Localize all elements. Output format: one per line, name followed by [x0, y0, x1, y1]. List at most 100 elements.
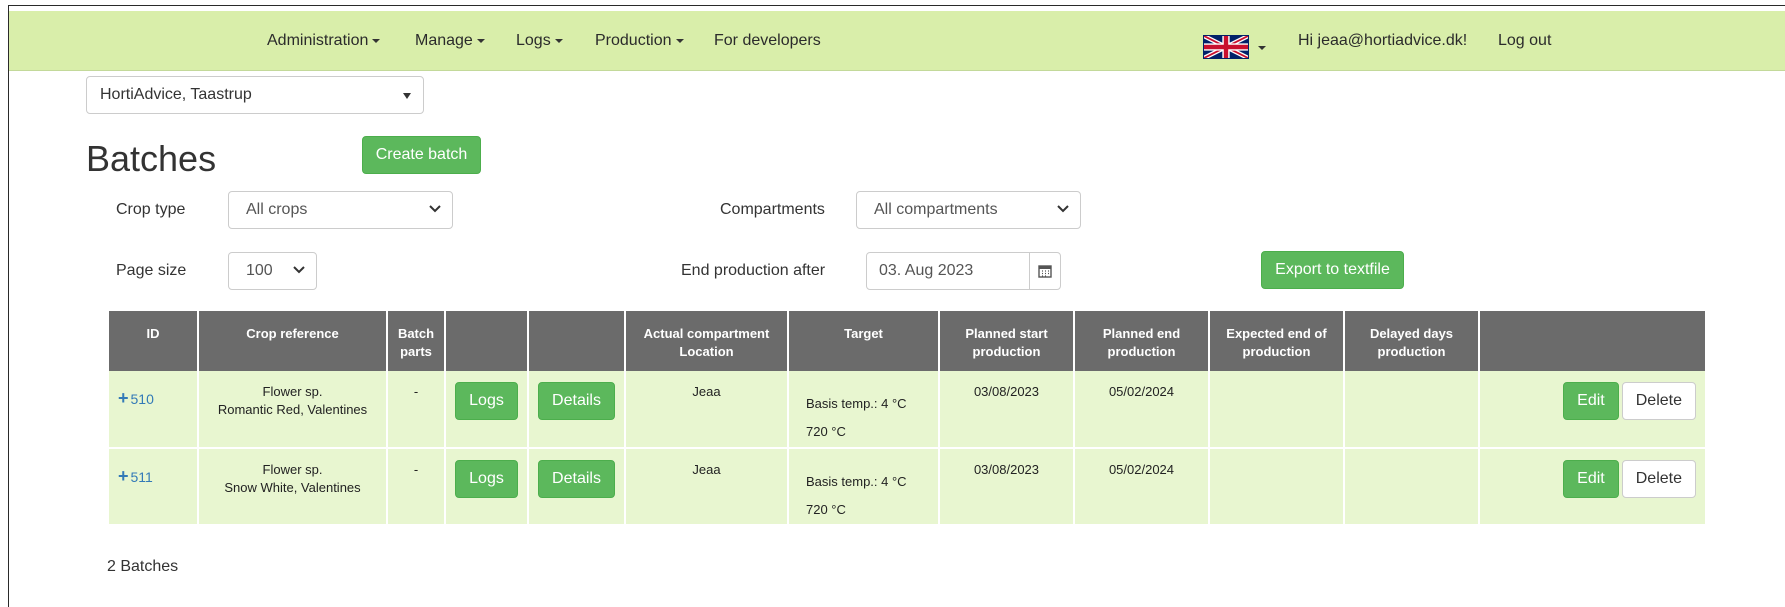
- batch-parts-cell: -: [387, 448, 446, 526]
- expand-plus-icon[interactable]: +: [118, 466, 129, 486]
- details-cell: Details: [528, 448, 626, 526]
- nav-logs[interactable]: Logs: [516, 11, 563, 71]
- chevron-down-icon: [476, 38, 485, 43]
- table-header-row: ID Crop reference Batch parts Actual com…: [109, 311, 1705, 371]
- table-row: +511 Flower sp. Snow White, Valentines -…: [109, 448, 1705, 526]
- page-size-select[interactable]: 100: [228, 252, 317, 290]
- edit-button[interactable]: Edit: [1563, 382, 1619, 420]
- target-degree-sum: 720 °C: [806, 502, 846, 517]
- organisation-select-value: HortiAdvice, Taastrup: [100, 86, 252, 103]
- export-textfile-button[interactable]: Export to textfile: [1261, 251, 1404, 289]
- header-planned-start[interactable]: Planned start production: [939, 311, 1075, 371]
- target-cell: Basis temp.: 4 °C 720 °C: [788, 371, 940, 449]
- chevron-down-icon: [429, 205, 441, 213]
- crop-variety: Romantic Red, Valentines: [217, 402, 368, 417]
- crop-type-value: All crops: [246, 201, 308, 218]
- batch-id-link[interactable]: 510: [131, 391, 154, 407]
- logs-button[interactable]: Logs: [455, 460, 518, 498]
- nav-administration-label: Administration: [267, 32, 369, 49]
- header-batch-parts[interactable]: Batch parts: [387, 311, 446, 371]
- crop-variety: Snow White, Valentines: [224, 480, 361, 495]
- uk-flag-icon[interactable]: [1203, 34, 1249, 60]
- logs-cell: Logs: [445, 448, 529, 526]
- nav-manage[interactable]: Manage: [415, 11, 485, 71]
- logout-link[interactable]: Log out: [1498, 11, 1551, 71]
- edit-button[interactable]: Edit: [1563, 460, 1619, 498]
- crop-reference-cell: Flower sp. Snow White, Valentines: [198, 448, 388, 526]
- header-id[interactable]: ID: [109, 311, 199, 371]
- expected-end-cell: [1209, 448, 1345, 526]
- user-greeting[interactable]: Hi jeaa@hortiadvice.dk!: [1298, 11, 1467, 71]
- create-batch-button[interactable]: Create batch: [362, 136, 481, 174]
- calendar-icon: [1038, 265, 1052, 278]
- actions-cell: Edit Delete: [1479, 448, 1705, 526]
- header-compartment[interactable]: Actual compartment Location: [625, 311, 789, 371]
- header-delayed-days[interactable]: Delayed days production: [1344, 311, 1480, 371]
- chevron-down-icon: [554, 38, 563, 43]
- calendar-button[interactable]: [1029, 252, 1061, 290]
- header-expected-end[interactable]: Expected end of production: [1209, 311, 1345, 371]
- browser-frame: Administration Manage Logs Production Fo…: [8, 5, 1785, 607]
- nav-for-developers[interactable]: For developers: [714, 11, 821, 71]
- compartments-select[interactable]: All compartments: [856, 191, 1081, 229]
- logs-button[interactable]: Logs: [455, 382, 518, 420]
- delete-button[interactable]: Delete: [1621, 460, 1696, 498]
- nav-logs-label: Logs: [516, 32, 551, 49]
- end-production-date-input[interactable]: 03. Aug 2023: [866, 252, 1030, 290]
- compartments-label: Compartments: [720, 201, 825, 218]
- header-actions: [1479, 311, 1705, 371]
- chevron-down-icon: [403, 93, 411, 99]
- crop-name: Flower sp.: [262, 384, 323, 399]
- header-logs: [445, 311, 529, 371]
- batch-id-link[interactable]: 511: [131, 469, 153, 485]
- logs-cell: Logs: [445, 371, 529, 449]
- crop-type-select[interactable]: All crops: [228, 191, 453, 229]
- delayed-days-cell: [1344, 371, 1480, 449]
- target-cell: Basis temp.: 4 °C 720 °C: [788, 448, 940, 526]
- planned-end-cell: 05/02/2024: [1074, 371, 1210, 449]
- target-basis-temp: Basis temp.: 4 °C: [806, 396, 907, 411]
- batch-count: 2 Batches: [107, 558, 179, 575]
- header-details: [528, 311, 626, 371]
- table-row: +510 Flower sp. Romantic Red, Valentines…: [109, 371, 1705, 449]
- details-button[interactable]: Details: [538, 382, 615, 420]
- planned-start-cell: 03/08/2023: [939, 448, 1075, 526]
- organisation-select[interactable]: HortiAdvice, Taastrup: [86, 76, 424, 114]
- compartment-cell: Jeaa: [625, 448, 789, 526]
- id-cell: +511: [109, 448, 199, 526]
- header-crop-reference[interactable]: Crop reference: [198, 311, 388, 371]
- planned-end-cell: 05/02/2024: [1074, 448, 1210, 526]
- crop-type-label: Crop type: [116, 201, 186, 218]
- actions-cell: Edit Delete: [1479, 371, 1705, 449]
- page-title: Batches: [86, 138, 217, 179]
- chevron-down-icon: [293, 266, 305, 274]
- nav-production[interactable]: Production: [595, 11, 684, 71]
- id-cell: +510: [109, 371, 199, 449]
- chevron-down-icon: [372, 38, 381, 43]
- expected-end-cell: [1209, 371, 1345, 449]
- batch-parts-cell: -: [387, 371, 446, 449]
- nav-manage-label: Manage: [415, 32, 473, 49]
- page-size-label: Page size: [116, 262, 187, 279]
- details-button[interactable]: Details: [538, 460, 615, 498]
- chevron-down-icon: [1057, 205, 1069, 213]
- batches-table: ID Crop reference Batch parts Actual com…: [109, 311, 1705, 526]
- header-planned-end[interactable]: Planned end production: [1074, 311, 1210, 371]
- target-degree-sum: 720 °C: [806, 424, 846, 439]
- language-chevron-down-icon[interactable]: [1258, 46, 1266, 50]
- expand-plus-icon[interactable]: +: [118, 388, 129, 408]
- delete-button[interactable]: Delete: [1621, 382, 1696, 420]
- compartments-value: All compartments: [874, 201, 998, 218]
- page-size-value: 100: [246, 262, 273, 279]
- details-cell: Details: [528, 371, 626, 449]
- delayed-days-cell: [1344, 448, 1480, 526]
- chevron-down-icon: [675, 38, 684, 43]
- nav-production-label: Production: [595, 32, 672, 49]
- compartment-cell: Jeaa: [625, 371, 789, 449]
- nav-administration[interactable]: Administration: [267, 11, 381, 71]
- end-production-label: End production after: [681, 262, 826, 279]
- header-target[interactable]: Target: [788, 311, 940, 371]
- top-navbar: Administration Manage Logs Production Fo…: [9, 11, 1785, 71]
- planned-start-cell: 03/08/2023: [939, 371, 1075, 449]
- target-basis-temp: Basis temp.: 4 °C: [806, 474, 907, 489]
